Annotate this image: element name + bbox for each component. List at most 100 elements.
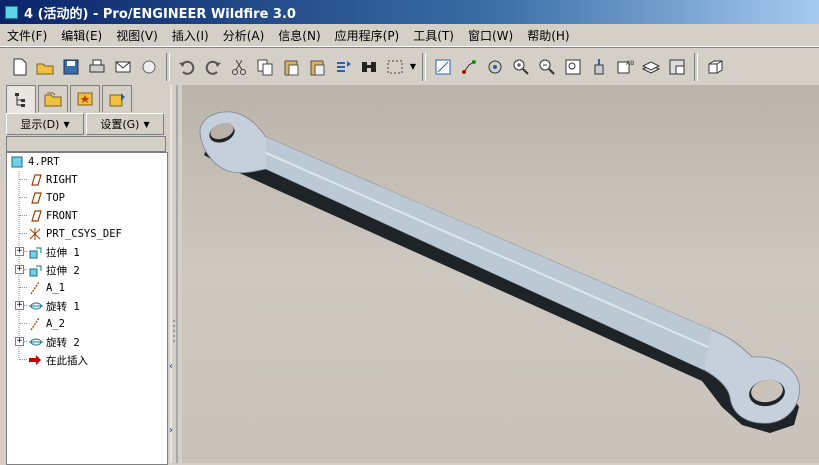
redo-icon[interactable] — [200, 54, 226, 80]
tree-connector — [19, 233, 27, 234]
show-menu-button[interactable]: 显示(D) ▼ — [6, 113, 84, 135]
new-file-icon[interactable] — [6, 54, 32, 80]
model-tree-tab[interactable] — [6, 85, 36, 114]
tree-item[interactable]: + 旋转 2 — [15, 333, 80, 351]
chevron-down-icon[interactable]: ▼ — [408, 54, 418, 80]
tree-item[interactable]: FRONT — [19, 207, 78, 225]
title-bar: 4 (活动的) - Pro/ENGINEER Wildfire 3.0 — [0, 0, 819, 24]
tree-item-label: 旋转 2 — [46, 336, 80, 349]
tree-item[interactable]: + 旋转 1 — [15, 297, 80, 315]
print-icon[interactable] — [84, 54, 110, 80]
regenerate-icon[interactable] — [330, 54, 356, 80]
connections-icon — [109, 93, 125, 107]
erase-icon[interactable] — [136, 54, 162, 80]
tree-column-header — [6, 136, 166, 152]
zoom-in-icon[interactable] — [508, 54, 534, 80]
cut-icon[interactable] — [226, 54, 252, 80]
open-file-icon[interactable] — [32, 54, 58, 80]
shading-icon[interactable] — [702, 54, 728, 80]
tree-item-label: TOP — [46, 192, 65, 204]
tree-item[interactable]: PRT_CSYS_DEF — [19, 225, 122, 243]
send-mail-icon[interactable] — [110, 54, 136, 80]
toolbar-separator — [422, 52, 426, 81]
tree-connector — [19, 323, 27, 324]
tree-item[interactable]: TOP — [19, 189, 65, 207]
expand-icon[interactable]: + — [15, 247, 24, 256]
refit-icon[interactable] — [560, 54, 586, 80]
tree-item[interactable]: 在此插入 — [19, 351, 88, 369]
tree-item-label: 拉伸 2 — [46, 264, 80, 277]
connections-tab[interactable] — [102, 85, 132, 112]
menu-insert[interactable]: 插入(I) — [165, 27, 216, 44]
axis-display-icon[interactable] — [456, 54, 482, 80]
saved-views-icon[interactable] — [664, 54, 690, 80]
revolve-icon — [27, 334, 43, 350]
datum-plane-icon — [27, 208, 43, 224]
main-toolbar: ▼ AB — [0, 48, 819, 85]
folder-browser-tab[interactable] — [38, 85, 68, 112]
tree-connector — [19, 359, 27, 360]
navigator-tabs — [6, 85, 134, 114]
menu-view[interactable]: 视图(V) — [109, 27, 165, 44]
part-icon — [9, 154, 25, 170]
graphics-window[interactable] — [182, 85, 819, 463]
expand-icon[interactable]: + — [15, 337, 24, 346]
tree-connector — [19, 179, 27, 180]
undo-icon[interactable] — [174, 54, 200, 80]
settings-menu-button[interactable]: 设置(G) ▼ — [86, 113, 164, 135]
find-icon[interactable] — [356, 54, 382, 80]
tree-item[interactable]: + 拉伸 2 — [15, 261, 80, 279]
menu-edit[interactable]: 编辑(E) — [54, 27, 109, 44]
datum-plane-icon — [27, 172, 43, 188]
zoom-out-icon[interactable] — [534, 54, 560, 80]
extrude-icon — [27, 262, 43, 278]
menu-analysis[interactable]: 分析(A) — [216, 27, 272, 44]
copy-icon[interactable] — [252, 54, 278, 80]
tree-item-label: FRONT — [46, 210, 78, 222]
tree-item[interactable]: + 拉伸 1 — [15, 243, 80, 261]
menu-tools[interactable]: 工具(T) — [406, 27, 461, 44]
tree-item[interactable]: RIGHT — [19, 171, 78, 189]
tree-item[interactable]: 4.PRT — [9, 153, 60, 171]
insert-here-arrow-icon — [27, 352, 43, 368]
collapse-left-icon[interactable]: ‹ — [169, 361, 173, 372]
tree-connector — [19, 215, 27, 216]
app-icon — [5, 5, 18, 19]
paste-icon[interactable] — [278, 54, 304, 80]
toolbar-separator — [166, 52, 170, 81]
expand-icon[interactable]: + — [15, 301, 24, 310]
paste-special-icon[interactable] — [304, 54, 330, 80]
save-icon[interactable] — [58, 54, 84, 80]
reorient-icon[interactable] — [586, 54, 612, 80]
tree-item[interactable]: A_1 — [19, 279, 65, 297]
expand-icon[interactable]: + — [15, 265, 24, 274]
tree-item-label: A_2 — [46, 318, 65, 330]
chevron-down-icon: ▼ — [63, 119, 70, 129]
wrench-model — [199, 111, 800, 433]
toolbar-separator — [694, 52, 698, 81]
model-tree[interactable]: 4.PRT RIGHT TOP FRONT PRT_CSYS_DEF + 拉伸 1 + 拉伸 2… — [6, 152, 168, 465]
menu-info[interactable]: 信息(N) — [271, 27, 327, 44]
tree-connector — [19, 287, 27, 288]
datum-plane-icon — [27, 190, 43, 206]
tree-item-label: 旋转 1 — [46, 300, 80, 313]
expand-right-icon[interactable]: › — [169, 425, 173, 436]
menu-applications[interactable]: 应用程序(P) — [328, 27, 407, 44]
panel-sash[interactable]: ‹ › — [168, 85, 180, 463]
view-manager-icon[interactable]: AB — [612, 54, 638, 80]
spin-center-icon[interactable] — [482, 54, 508, 80]
revolve-icon — [27, 298, 43, 314]
settings-menu-label: 设置(G) — [100, 118, 140, 131]
datum-axis-icon — [27, 316, 43, 332]
datum-axis-icon — [27, 280, 43, 296]
menu-file[interactable]: 文件(F) — [0, 27, 54, 44]
favorites-tab[interactable] — [70, 85, 100, 112]
layers-icon[interactable] — [638, 54, 664, 80]
menu-help[interactable]: 帮助(H) — [520, 27, 576, 44]
tree-item[interactable]: A_2 — [19, 315, 65, 333]
panel-buttons: 显示(D) ▼ 设置(G) ▼ — [6, 113, 166, 135]
menu-window[interactable]: 窗口(W) — [461, 27, 520, 44]
datum-display-icon[interactable] — [430, 54, 456, 80]
sash-grip — [170, 85, 178, 463]
selection-box-icon[interactable] — [382, 54, 408, 80]
